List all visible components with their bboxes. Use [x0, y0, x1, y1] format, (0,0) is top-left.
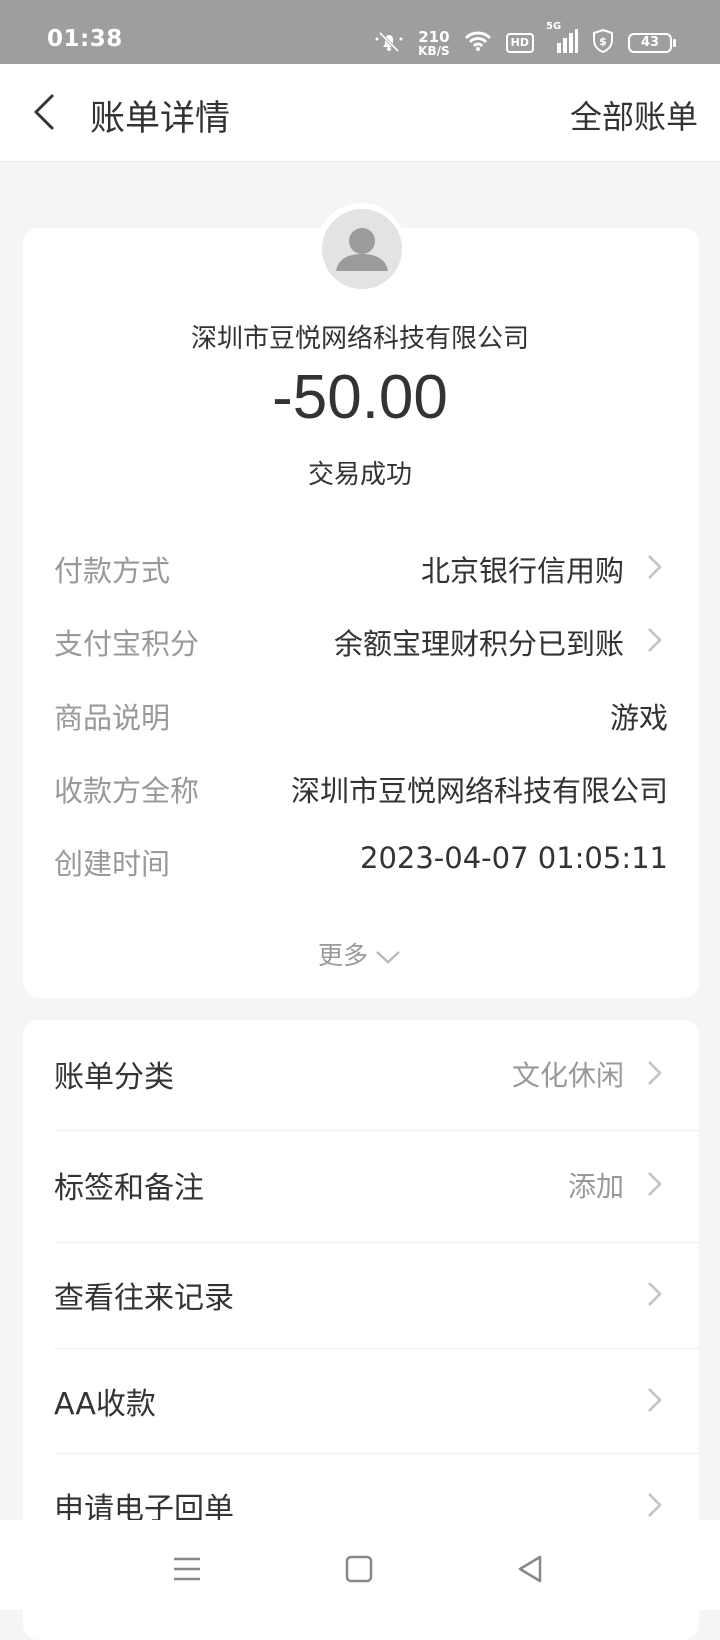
merchant-name: 深圳市豆悦网络科技有限公司 [190, 324, 529, 354]
chevron-right-icon [644, 1490, 664, 1520]
detail-row-created-time: 创建时间 2023-04-07 01:05:11 [54, 841, 668, 881]
detail-row-payment-method[interactable]: 付款方式 北京银行信用购 [54, 548, 668, 588]
menu-item-tags-notes[interactable]: 标签和备注 添加 [54, 1145, 668, 1225]
wifi-icon [464, 30, 492, 56]
chevron-down-icon [376, 951, 400, 964]
menu-item-aa-collection[interactable]: AA收款 [54, 1361, 668, 1441]
shield-dollar-icon: $ [592, 28, 614, 57]
back-triangle-icon[interactable] [514, 1552, 548, 1586]
detail-value: 游戏 [609, 701, 668, 735]
chevron-right-icon [644, 1058, 664, 1088]
net-speed: 210 KB/S [418, 27, 450, 58]
detail-value: 北京银行信用购 [420, 554, 624, 588]
status-time: 01:38 [47, 26, 123, 52]
detail-label: 付款方式 [54, 554, 171, 588]
menu-label: AA收款 [54, 1387, 156, 1422]
system-nav-bar [0, 1520, 720, 1610]
divider [54, 1453, 699, 1454]
amount: -50.00 [272, 363, 448, 432]
menu-label: 标签和备注 [54, 1171, 204, 1206]
transaction-status: 交易成功 [307, 460, 412, 490]
divider [54, 1348, 699, 1349]
divider [54, 1242, 699, 1243]
detail-value: 余额宝理财积分已到账 [333, 627, 624, 661]
chevron-right-icon [644, 625, 664, 655]
svg-text:$: $ [599, 35, 607, 48]
avatar [322, 209, 402, 289]
page-title: 账单详情 [90, 99, 231, 139]
menu-label: 查看往来记录 [54, 1281, 234, 1316]
detail-value: 深圳市豆悦网络科技有限公司 [290, 774, 668, 808]
more-button[interactable]: 更多 [0, 936, 720, 972]
detail-label: 创建时间 [54, 847, 171, 881]
status-icons: 210 KB/S HD 5G $ 43 [374, 21, 676, 58]
all-bills-link[interactable]: 全部账单 [570, 92, 698, 138]
default-user-icon [336, 228, 388, 271]
detail-label: 支付宝积分 [54, 627, 200, 661]
menu-icon[interactable] [170, 1552, 204, 1586]
chevron-right-icon [644, 552, 664, 582]
menu-value: 文化休闲 [511, 1059, 624, 1092]
menu-label: 账单分类 [54, 1060, 174, 1095]
battery-icon: 43 [628, 33, 676, 53]
chevron-right-icon [644, 1385, 664, 1415]
back-arrow-icon[interactable] [28, 92, 64, 132]
detail-row-alipay-points[interactable]: 支付宝积分 余额宝理财积分已到账 [54, 621, 668, 661]
detail-value: 2023-04-07 01:05:11 [360, 841, 668, 875]
app-header: 账单详情 全部账单 [0, 64, 720, 162]
menu-item-transaction-history[interactable]: 查看往来记录 [54, 1255, 668, 1335]
detail-label: 收款方全称 [54, 774, 200, 808]
mute-bell-icon [374, 29, 404, 57]
chevron-right-icon [644, 1279, 664, 1309]
detail-row-payee-full-name: 收款方全称 深圳市豆悦网络科技有限公司 [54, 768, 668, 808]
detail-row-product-description: 商品说明 游戏 [54, 695, 668, 735]
detail-label: 商品说明 [54, 701, 171, 735]
divider [54, 1130, 699, 1131]
chevron-right-icon [644, 1169, 664, 1199]
home-square-icon[interactable] [342, 1552, 376, 1586]
status-bar: 01:38 210 KB/S HD 5G $ 43 [0, 0, 720, 64]
menu-value: 添加 [567, 1170, 624, 1203]
more-label: 更多 [317, 941, 368, 970]
hd-icon: HD [505, 33, 534, 53]
menu-item-bill-category[interactable]: 账单分类 文化休闲 [54, 1034, 668, 1114]
signal-icon: 5G [546, 21, 578, 57]
